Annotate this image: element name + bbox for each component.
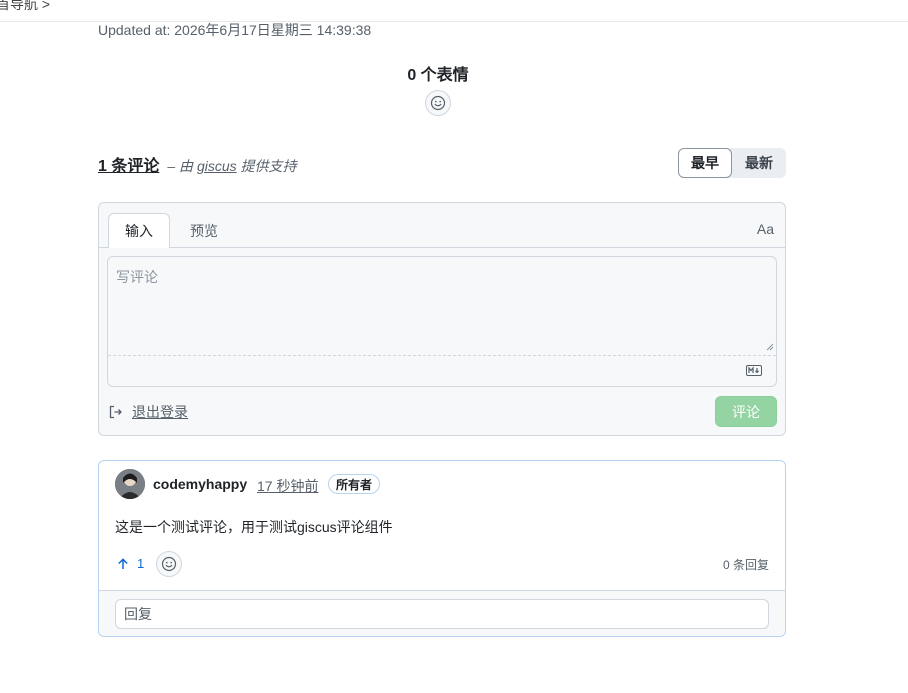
avatar-image xyxy=(115,469,145,499)
signout-label: 退出登录 xyxy=(132,404,188,420)
reply-count: 0 条回复 xyxy=(722,558,769,572)
comment-card: codemyhappy 17 秒钟前 所有者 这是一个测试评论，用于测试gisc… xyxy=(98,460,786,637)
reply-area: 回复 xyxy=(99,590,785,636)
textarea-divider xyxy=(108,355,776,356)
sort-toggle: 最早 最新 xyxy=(678,148,786,178)
reply-input[interactable]: 回复 xyxy=(115,599,769,629)
breadcrumb[interactable]: 首导航 > xyxy=(0,0,50,14)
font-toggle-button[interactable]: Aa xyxy=(757,221,774,237)
comment-author[interactable]: codemyhappy xyxy=(153,476,247,492)
upvote-button[interactable]: 1 xyxy=(117,556,144,571)
smiley-icon xyxy=(161,556,177,572)
avatar[interactable] xyxy=(115,469,145,499)
arrow-up-icon xyxy=(118,557,128,569)
powered-suffix: 提供支持 xyxy=(240,158,297,174)
add-reaction-button[interactable] xyxy=(425,90,451,116)
updated-timestamp: Updated at: 2026年6月17日星期三 14:39:38 xyxy=(98,22,372,38)
giscus-link[interactable]: giscus xyxy=(197,158,237,174)
upvote-count: 1 xyxy=(137,556,145,571)
comment-reaction-button[interactable] xyxy=(156,551,182,577)
markdown-icon xyxy=(746,365,762,376)
comment-placeholder: 写评论 xyxy=(116,269,158,285)
comment-editor: 输入 预览 Aa 写评论 退出登录 评论 xyxy=(98,202,786,436)
comment-textarea[interactable]: 写评论 xyxy=(107,256,777,387)
tab-preview[interactable]: 预览 xyxy=(179,213,229,248)
comments-count-link[interactable]: 1 条评论 xyxy=(98,152,159,176)
sort-newest-button[interactable]: 最新 xyxy=(732,148,786,178)
resize-handle-icon[interactable] xyxy=(766,343,774,351)
comment-body: 这是一个测试评论，用于测试giscus评论组件 xyxy=(115,519,393,535)
sort-oldest-button[interactable]: 最早 xyxy=(678,148,732,178)
powered-by: – 由 giscus 提供支持 xyxy=(167,156,296,176)
submit-comment-button[interactable]: 评论 xyxy=(715,396,777,427)
powered-prefix: – 由 xyxy=(167,158,194,174)
signout-icon xyxy=(109,405,122,419)
top-nav-bar: 首导航 > xyxy=(0,0,908,22)
owner-badge: 所有者 xyxy=(328,474,381,494)
reactions-count: 0 个表情 xyxy=(407,67,469,84)
comment-time[interactable]: 17 秒钟前 xyxy=(257,476,318,496)
signout-link[interactable]: 退出登录 xyxy=(108,402,188,422)
comments-header: 1 条评论 – 由 giscus 提供支持 xyxy=(98,152,297,176)
tab-write[interactable]: 输入 xyxy=(108,213,170,248)
smiley-icon xyxy=(430,95,446,111)
